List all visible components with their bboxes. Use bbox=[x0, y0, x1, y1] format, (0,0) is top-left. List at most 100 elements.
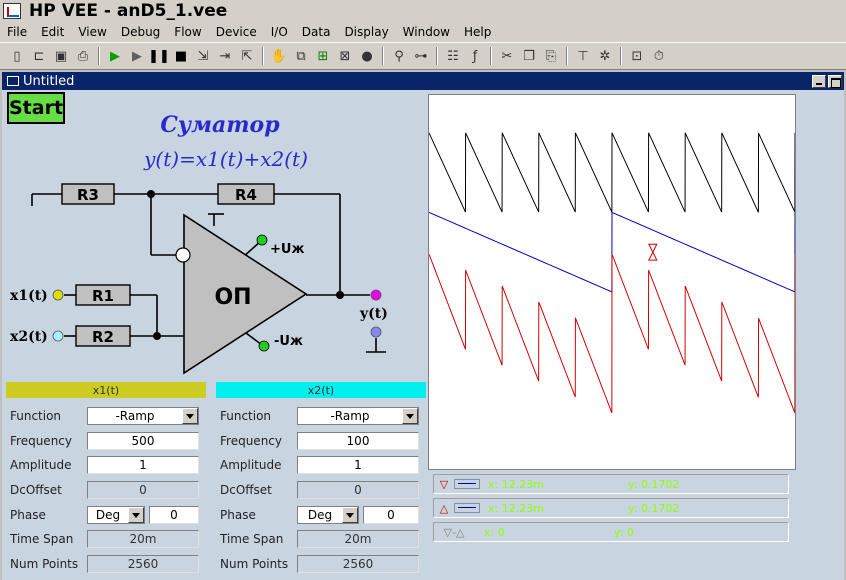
menu-debug[interactable]: Debug bbox=[114, 25, 167, 39]
menu-data[interactable]: Data bbox=[295, 25, 338, 39]
schematic-formula: y(t)=x1(t)+x2(t) bbox=[143, 147, 308, 171]
start-button[interactable]: Start bbox=[7, 92, 65, 124]
x2-numpoints-value: 2560 bbox=[297, 555, 419, 573]
resistor-r1-label: R1 bbox=[92, 287, 114, 305]
properties-icon[interactable]: ☷ bbox=[443, 46, 463, 66]
marker-delta-y-value: y: 0 bbox=[614, 525, 634, 539]
x1-phase-unit-select[interactable]: Deg bbox=[87, 506, 145, 524]
y-ground-terminal bbox=[370, 326, 382, 338]
chevron-down-icon[interactable] bbox=[402, 408, 418, 424]
schematic-title: Суматор bbox=[160, 112, 280, 138]
paste-icon[interactable]: ⎘ bbox=[541, 46, 561, 66]
hand-icon[interactable]: ✋ bbox=[269, 46, 289, 66]
function-icon[interactable]: ƒ bbox=[465, 46, 485, 66]
run-icon[interactable]: ▶ bbox=[105, 46, 125, 66]
menu-help[interactable]: Help bbox=[457, 25, 498, 39]
trace-line-icon bbox=[454, 479, 480, 489]
x2-frequency-input[interactable]: 100 bbox=[297, 432, 419, 450]
marker-down-triangle-icon: ▽ bbox=[439, 477, 449, 491]
marker-row-delta[interactable]: ▽-△ x: 0 y: 0 bbox=[433, 522, 789, 542]
print-icon[interactable]: ⎙ bbox=[73, 46, 93, 66]
step-into-icon[interactable]: ⇲ bbox=[193, 46, 213, 66]
x1-function-select[interactable]: -Ramp bbox=[87, 407, 199, 425]
marker-2-x-value: x: 12.23m bbox=[488, 501, 544, 515]
marker-1-x-value: x: 12.23m bbox=[488, 477, 544, 491]
x2-function-label: Function bbox=[220, 409, 272, 423]
x2-phase-input[interactable]: 0 bbox=[363, 506, 419, 524]
marker-up-triangle-icon: △ bbox=[439, 501, 449, 515]
waveform-display[interactable] bbox=[428, 94, 796, 470]
chevron-down-icon[interactable] bbox=[342, 507, 358, 523]
menu-window[interactable]: Window bbox=[396, 25, 457, 39]
x1-dcoffset-value: 0 bbox=[87, 481, 199, 499]
panel-view-icon[interactable]: ⊡ bbox=[627, 46, 647, 66]
toolbar: ▯ ⊏ ▣ ⎙ ▶ ▶ ❚❚ ■ ⇲ ⇥ ⇱ ✋ ⧉ ⊞ ⊠ ● ⚲ ⊶ ☷ ƒ… bbox=[0, 42, 846, 70]
y-label: y(t) bbox=[359, 306, 388, 322]
x1-timespan-value: 20m bbox=[87, 530, 199, 548]
clone-icon[interactable]: ⧉ bbox=[291, 46, 311, 66]
timer-icon[interactable]: ⏱ bbox=[649, 46, 669, 66]
menu-view[interactable]: View bbox=[71, 25, 113, 39]
x2-dcoffset-value: 0 bbox=[297, 481, 419, 499]
x1-phase-input[interactable]: 0 bbox=[149, 506, 199, 524]
marker-triangle-icon[interactable] bbox=[648, 243, 658, 261]
x1-amplitude-input[interactable]: 1 bbox=[87, 456, 199, 474]
chevron-down-icon[interactable] bbox=[182, 408, 198, 424]
toolbar-separator bbox=[620, 47, 622, 65]
marker-row-1[interactable]: ▽ x: 12.23m y: 0.1702 bbox=[433, 474, 789, 494]
toolbar-separator bbox=[98, 47, 100, 65]
settings-icon[interactable]: ✲ bbox=[595, 46, 615, 66]
menu-flow[interactable]: Flow bbox=[167, 25, 208, 39]
maximize-button[interactable] bbox=[828, 74, 842, 88]
window-icon bbox=[7, 76, 19, 86]
x1-timespan-label: Time Span bbox=[10, 532, 74, 546]
minimize-button[interactable] bbox=[812, 74, 826, 88]
opamp-label: ОП bbox=[214, 285, 251, 310]
chevron-down-icon[interactable] bbox=[128, 507, 144, 523]
x2-amplitude-input[interactable]: 1 bbox=[297, 456, 419, 474]
menu-edit[interactable]: Edit bbox=[34, 25, 71, 39]
toolbar-separator bbox=[262, 47, 264, 65]
x1-header: x1(t) bbox=[6, 382, 206, 398]
x1-phase-label: Phase bbox=[10, 508, 46, 522]
x2-phase-unit-select[interactable]: Deg bbox=[297, 506, 359, 524]
x2-timespan-label: Time Span bbox=[220, 532, 284, 546]
x1-label: x1(t) bbox=[10, 288, 48, 304]
x1-frequency-input[interactable]: 500 bbox=[87, 432, 199, 450]
resistor-r3-label: R3 bbox=[77, 186, 99, 204]
find-icon[interactable]: ⊶ bbox=[411, 46, 431, 66]
marker-row-2[interactable]: △ x: 12.23m y: 0.1702 bbox=[433, 498, 789, 518]
window-buttons bbox=[812, 74, 844, 88]
junction-dot bbox=[147, 190, 155, 198]
delete-line-icon[interactable]: ⊠ bbox=[335, 46, 355, 66]
step-over-icon[interactable]: ⇥ bbox=[215, 46, 235, 66]
junction-dot bbox=[153, 332, 161, 340]
x1-phase-unit-value: Deg bbox=[95, 508, 121, 522]
trace-series-3 bbox=[429, 253, 795, 414]
connect-icon[interactable]: ⊞ bbox=[313, 46, 333, 66]
step-out-icon[interactable]: ⇱ bbox=[237, 46, 257, 66]
x2-terminal bbox=[52, 330, 64, 342]
ball-icon[interactable]: ● bbox=[357, 46, 377, 66]
minus-supply-label: -Uж bbox=[274, 334, 303, 349]
x1-dcoffset-label: DcOffset bbox=[10, 483, 62, 497]
stop-icon[interactable]: ■ bbox=[171, 46, 191, 66]
save-disk-icon[interactable]: ▣ bbox=[51, 46, 71, 66]
menu-file[interactable]: File bbox=[0, 25, 34, 39]
menu-bar: File Edit View Debug Flow Device I/O Dat… bbox=[0, 22, 846, 42]
binoculars-icon[interactable]: ⚲ bbox=[389, 46, 409, 66]
marker-delta-x-value: x: 0 bbox=[484, 525, 505, 539]
pause-icon[interactable]: ❚❚ bbox=[148, 46, 170, 66]
x2-function-select[interactable]: -Ramp bbox=[297, 407, 419, 425]
align-icon[interactable]: ⊤ bbox=[573, 46, 593, 66]
copy-icon[interactable]: ❐ bbox=[519, 46, 539, 66]
menu-display[interactable]: Display bbox=[337, 25, 395, 39]
new-file-icon[interactable]: ▯ bbox=[7, 46, 27, 66]
child-window-title: Untitled bbox=[23, 73, 75, 89]
menu-device[interactable]: Device bbox=[209, 25, 264, 39]
cut-icon[interactable]: ✂ bbox=[497, 46, 517, 66]
menu-io[interactable]: I/O bbox=[264, 25, 295, 39]
open-folder-icon[interactable]: ⊏ bbox=[29, 46, 49, 66]
x2-header: x2(t) bbox=[216, 382, 426, 398]
step-run-icon[interactable]: ▶ bbox=[127, 46, 147, 66]
